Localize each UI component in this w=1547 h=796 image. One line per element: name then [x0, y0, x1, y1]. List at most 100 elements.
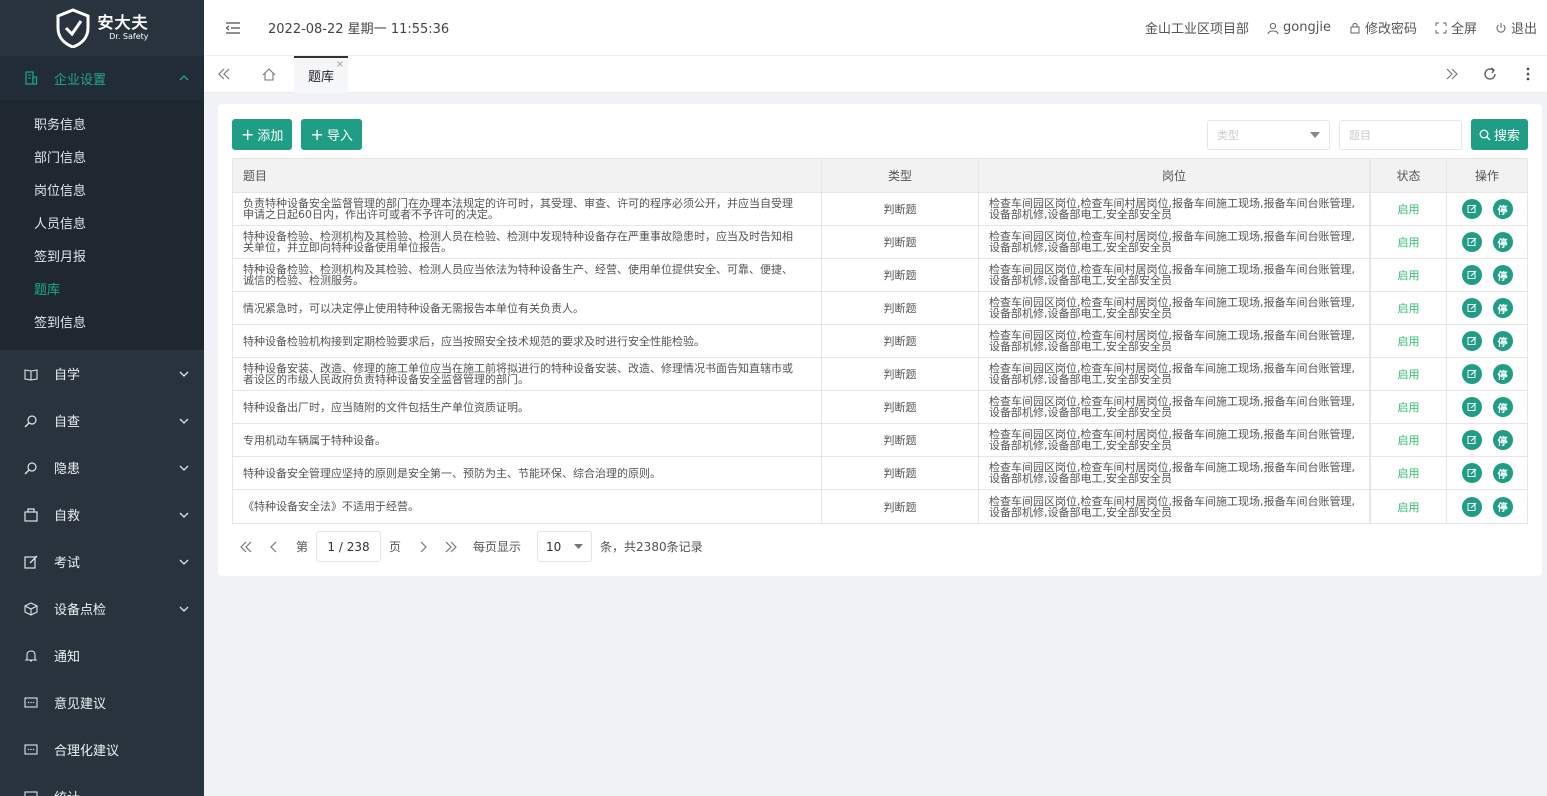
- sidebar-item-department-info[interactable]: 部门信息: [0, 142, 204, 175]
- sidebar-item-hazard[interactable]: 隐患: [0, 444, 204, 491]
- stop-button[interactable]: 停: [1492, 463, 1513, 483]
- cell-status: 启用: [1370, 292, 1447, 324]
- stop-button[interactable]: 停: [1492, 265, 1513, 285]
- edit-button[interactable]: [1461, 430, 1482, 450]
- main-card: + 添加 + 导入 类型 题目 搜索 题目 类型 岗位 状态 操作 负责特种设备安全…: [218, 104, 1542, 576]
- edit-button[interactable]: [1461, 364, 1482, 384]
- sidebar-item-post-info[interactable]: 岗位信息: [0, 175, 204, 208]
- sidebar-item-self-rescue[interactable]: 自救: [0, 491, 204, 538]
- type-text: 判断题: [883, 368, 917, 381]
- sidebar-item-question-bank[interactable]: 题库: [0, 274, 204, 307]
- title-line: 特种设备出厂时，应当随附的文件包括生产单位资质证明。: [243, 400, 529, 414]
- brand-name: 安大夫: [97, 13, 149, 32]
- menu-fold-icon[interactable]: [225, 21, 243, 35]
- post-line: 设备部机修,设备部电工,安全部安全员: [989, 241, 1172, 254]
- table-row: 特种设备安装、改造、修理的施工单位应当在施工前将拟进行的特种设备安装、改造、修理…: [233, 358, 1527, 391]
- add-button[interactable]: + 添加: [232, 119, 293, 150]
- edit-button[interactable]: [1461, 397, 1482, 417]
- title-search-input[interactable]: 题目: [1339, 119, 1462, 150]
- last-page-icon[interactable]: [437, 541, 465, 553]
- edit-button[interactable]: [1461, 265, 1482, 285]
- sidebar-item-label: 隐患: [54, 462, 81, 477]
- search-button[interactable]: 搜索: [1471, 119, 1528, 150]
- home-icon[interactable]: [244, 56, 294, 93]
- sidebar-item-statistics[interactable]: 统计: [0, 773, 204, 796]
- next-page-icon[interactable]: [409, 541, 437, 553]
- sidebar-item-signin-monthly[interactable]: 签到月报: [0, 241, 204, 274]
- tabs-scroll-left-icon[interactable]: [204, 56, 244, 93]
- sidebar-item-personnel-info[interactable]: 人员信息: [0, 208, 204, 241]
- cell-status: 启用: [1370, 490, 1447, 523]
- chevron-up-icon: [179, 75, 189, 81]
- project-name[interactable]: 金山工业区项目部: [1145, 18, 1249, 37]
- cell-post: 检查车间园区岗位,检查车间村居岗位,报备车间施工现场,报备车间台账管理, 设备部机…: [979, 391, 1370, 423]
- power-icon: [1496, 22, 1506, 33]
- sidebar-item-rationalization[interactable]: 合理化建议: [0, 726, 204, 773]
- edit-button[interactable]: [1461, 298, 1482, 318]
- tabs-scroll-right-icon[interactable]: [1433, 56, 1471, 93]
- tab-close-icon[interactable]: ×: [336, 59, 344, 70]
- edit-button[interactable]: [1461, 331, 1482, 351]
- cell-post: 检查车间园区岗位,检查车间村居岗位,报备车间施工现场,报备车间台账管理, 设备部机…: [979, 457, 1370, 489]
- page-prefix: 第: [296, 540, 309, 554]
- title-line: 者设区的市级人民政府负责特种设备安全监督管理的部门。: [243, 373, 529, 386]
- sidebar-item-signin-info[interactable]: 签到信息: [0, 307, 204, 340]
- edit-button[interactable]: [1461, 199, 1482, 219]
- cell-actions: 停: [1447, 391, 1527, 423]
- sidebar-group-enterprise-settings[interactable]: 企业设置: [0, 56, 204, 100]
- first-page-icon[interactable]: [232, 541, 260, 553]
- cell-post: 检查车间园区岗位,检查车间村居岗位,报备车间施工现场,报备车间台账管理, 设备部机…: [979, 226, 1370, 258]
- sidebar-item-exam[interactable]: 考试: [0, 538, 204, 585]
- type-select[interactable]: 类型: [1207, 119, 1330, 150]
- refresh-icon[interactable]: [1471, 56, 1509, 93]
- more-icon[interactable]: [1509, 56, 1547, 93]
- tabs-bar: 题库 ×: [204, 55, 1547, 93]
- sidebar-item-label: 自学: [54, 368, 81, 383]
- cell-title: 特种设备出厂时，应当随附的文件包括生产单位资质证明。: [233, 391, 822, 423]
- sidebar-item-label: 考试: [54, 556, 81, 571]
- stop-button[interactable]: 停: [1492, 199, 1513, 219]
- cell-actions: 停: [1447, 457, 1527, 489]
- top-header: 2022-08-22 星期一 11:55:36 金山工业区项目部 gongjie…: [204, 0, 1547, 56]
- comment-icon: [24, 696, 42, 710]
- import-button[interactable]: + 导入: [301, 119, 362, 150]
- cell-post: 检查车间园区岗位,检查车间村居岗位,报备车间施工现场,报备车间台账管理, 设备部机…: [979, 259, 1370, 291]
- per-page-select[interactable]: 10: [537, 531, 593, 562]
- question-table: 题目 类型 岗位 状态 操作 负责特种设备安全监督管理的部门在办理本法规定的许可…: [232, 158, 1528, 524]
- cell-type: 判断题: [822, 490, 979, 523]
- change-password-button[interactable]: 修改密码: [1349, 18, 1417, 37]
- stop-button[interactable]: 停: [1492, 364, 1513, 384]
- user-menu[interactable]: gongjie: [1267, 20, 1331, 35]
- fullscreen-button[interactable]: 全屏: [1435, 18, 1477, 37]
- col-actions: 操作: [1474, 169, 1499, 183]
- edit-button[interactable]: [1461, 496, 1482, 517]
- sidebar-item-feedback[interactable]: 意见建议: [0, 679, 204, 726]
- status-badge: 启用: [1397, 203, 1420, 216]
- cell-actions: 停: [1447, 424, 1527, 456]
- cell-title: 特种设备检验、检测机构及其检验、检测人员在检验、检测中发现特种设备存在严重事故隐…: [233, 226, 822, 258]
- title-input-placeholder: 题目: [1349, 128, 1371, 142]
- stop-button[interactable]: 停: [1492, 232, 1513, 252]
- cell-type: 判断题: [822, 193, 979, 225]
- stop-button[interactable]: 停: [1492, 397, 1513, 417]
- prev-page-icon[interactable]: [260, 541, 288, 553]
- stop-button[interactable]: 停: [1492, 298, 1513, 318]
- logout-button[interactable]: 退出: [1495, 18, 1537, 37]
- stop-button[interactable]: 停: [1492, 496, 1513, 517]
- sidebar-item-equipment-check[interactable]: 设备点检: [0, 585, 204, 632]
- brand-subtitle: Dr. Safety: [109, 32, 149, 41]
- sidebar-item-notice[interactable]: 通知: [0, 632, 204, 679]
- plus-icon: +: [310, 124, 324, 144]
- page-input[interactable]: 1 / 238: [316, 531, 382, 562]
- sidebar-item-self-check[interactable]: 自查: [0, 397, 204, 444]
- stop-button[interactable]: 停: [1492, 430, 1513, 450]
- edit-button[interactable]: [1461, 232, 1482, 252]
- stop-button[interactable]: 停: [1492, 331, 1513, 351]
- sidebar-item-self-study[interactable]: 自学: [0, 350, 204, 397]
- edit-icon: [1467, 402, 1476, 411]
- cell-actions: 停: [1447, 193, 1527, 225]
- tab-question-bank[interactable]: 题库 ×: [294, 55, 349, 93]
- sidebar-item-job-info[interactable]: 职务信息: [0, 109, 204, 142]
- edit-button[interactable]: [1461, 463, 1482, 483]
- sidebar-item-label: 设备点检: [54, 603, 107, 618]
